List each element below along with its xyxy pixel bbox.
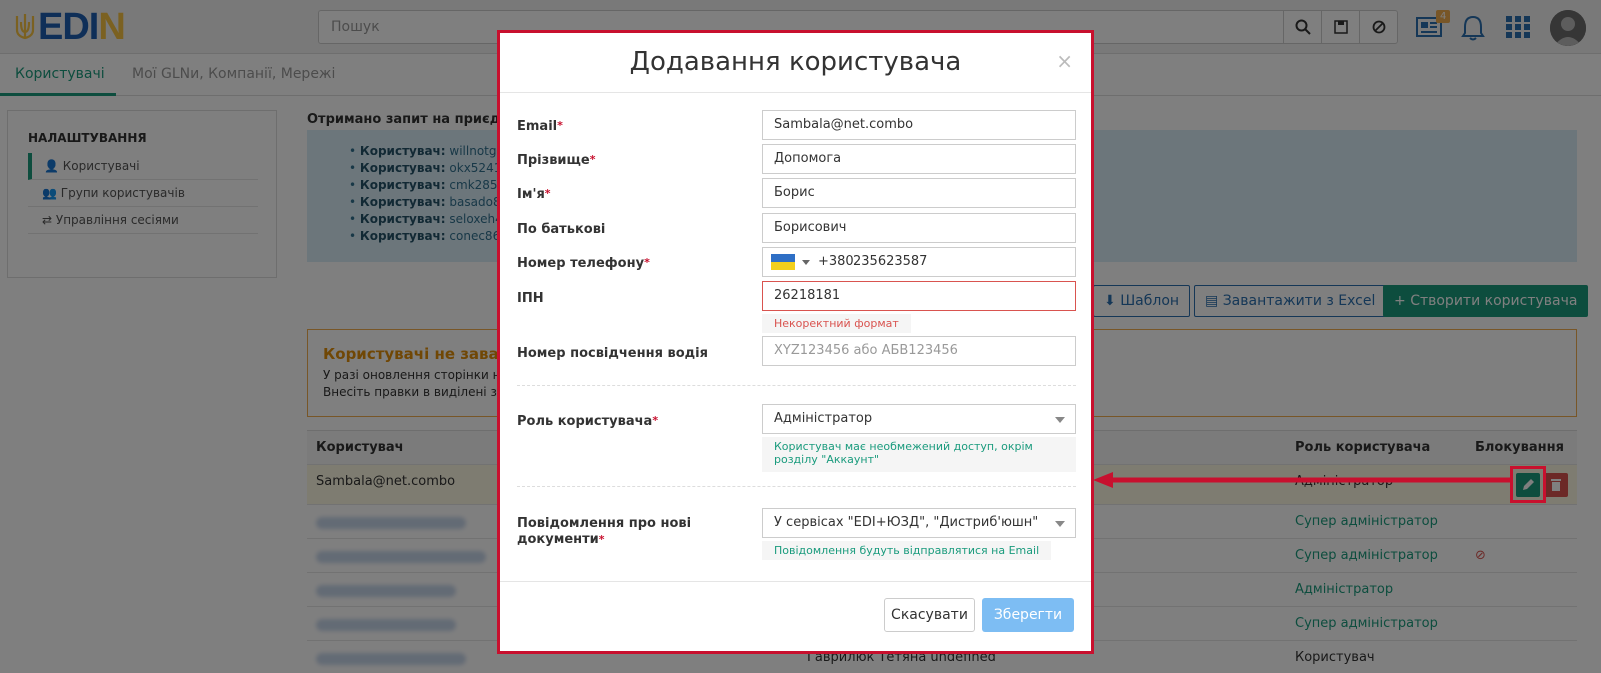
role-select[interactable]: Адміністратор: [762, 404, 1076, 434]
phone-label: Номер телефону*: [517, 256, 650, 271]
annotation-arrow-icon: [1093, 472, 1511, 488]
chevron-down-icon: [1055, 521, 1065, 527]
modal-title: Додавання користувача: [629, 47, 962, 77]
notifications-select[interactable]: У сервісах "EDI+ЮЗД", "Дистриб'юшн": [762, 508, 1076, 538]
name-field[interactable]: Борис: [762, 178, 1076, 208]
patronymic-field[interactable]: Борисович: [762, 213, 1076, 243]
phone-field[interactable]: +380 235623587: [762, 247, 1076, 277]
close-icon[interactable]: ×: [1056, 49, 1073, 73]
divider: [517, 385, 1076, 386]
save-button[interactable]: Зберегти: [982, 598, 1074, 632]
notifications-hint: Повідомлення будуть відправлятися на Ema…: [762, 541, 1052, 560]
modal-header: Додавання користувача ×: [500, 33, 1091, 93]
driver-license-field[interactable]: XYZ123456 або АБВ123456: [762, 336, 1076, 366]
email-field[interactable]: Sambala@net.combo: [762, 110, 1076, 140]
add-user-modal: Додавання користувача × Email* Sambala@n…: [497, 30, 1094, 654]
chevron-down-icon: [1055, 417, 1065, 423]
email-label: Email*: [517, 119, 563, 134]
name-label: Ім'я*: [517, 187, 551, 202]
ukraine-flag-icon[interactable]: [771, 254, 795, 270]
notifications-label: Повідомлення про нові документи*: [517, 516, 692, 547]
modal-footer: Скасувати Зберегти: [500, 581, 1091, 651]
surname-label: Прізвище*: [517, 153, 596, 168]
divider: [517, 486, 1076, 487]
ipn-field[interactable]: 26218181: [762, 281, 1076, 311]
role-hint: Користувач має необмежений доступ, окрім…: [762, 437, 1076, 472]
ipn-label: ІПН: [517, 291, 544, 306]
phone-number-input[interactable]: 235623587: [853, 254, 927, 269]
phone-country-code: +380: [818, 254, 854, 269]
surname-field[interactable]: Допомога: [762, 144, 1076, 174]
annotation-highlight-frame: [1510, 466, 1546, 503]
driver-license-label: Номер посвідчення водія: [517, 346, 708, 361]
patronymic-label: По батькові: [517, 222, 606, 237]
chevron-down-icon[interactable]: [802, 260, 810, 265]
cancel-button[interactable]: Скасувати: [884, 598, 975, 632]
ipn-error-message: Некоректний формат: [762, 314, 911, 333]
role-label: Роль користувача*: [517, 414, 659, 429]
